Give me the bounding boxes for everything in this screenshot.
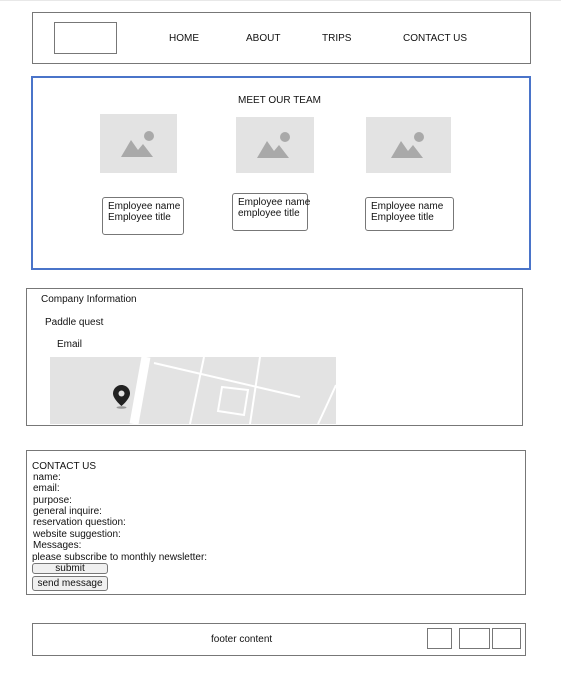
top-divider: [0, 0, 561, 1]
newsletter-checkbox-label[interactable]: please subscribe to monthly newsletter:: [32, 552, 207, 563]
website-suggestion-option[interactable]: website suggestion:: [33, 529, 121, 540]
employee-name: Employee name: [238, 197, 311, 208]
map-roads: [129, 357, 336, 424]
footer-text: footer content: [211, 634, 273, 645]
footer-icon-placeholder-2[interactable]: [459, 628, 490, 649]
image-placeholder-icon: [257, 132, 290, 158]
reservation-question-option[interactable]: reservation question:: [33, 517, 126, 528]
site-header: HOME ABOUT TRIPS CONTACT US: [32, 12, 531, 64]
site-footer: footer content: [32, 623, 526, 656]
nav-home-link[interactable]: HOME: [169, 33, 199, 44]
employee-name: Employee name: [371, 201, 444, 212]
submit-button[interactable]: submit: [32, 563, 108, 574]
image-placeholder-icon: [120, 130, 154, 157]
employee-title: Employee title: [108, 212, 171, 223]
employee-photo-1: [100, 114, 177, 173]
nav-contact-link[interactable]: CONTACT US: [403, 33, 467, 44]
employee-photo-3: [366, 117, 451, 173]
company-name: Paddle quest: [45, 317, 104, 328]
contact-heading: CONTACT US: [32, 461, 97, 472]
email-field-label[interactable]: email:: [33, 483, 60, 494]
employee-name: Employee name: [108, 201, 181, 212]
contact-section: CONTACT US name: email: purpose: general…: [26, 450, 526, 595]
image-placeholder-icon: [390, 132, 424, 158]
employee-card-2: Employee name employee title: [232, 193, 311, 231]
purpose-field-label[interactable]: purpose:: [33, 495, 72, 506]
map[interactable]: [50, 357, 336, 424]
logo-placeholder[interactable]: [54, 22, 117, 54]
company-info-section: Company Information Paddle quest Email: [26, 288, 523, 426]
general-inquire-option[interactable]: general inquire:: [33, 506, 102, 517]
nav-trips-link[interactable]: TRIPS: [322, 33, 351, 44]
send-message-button[interactable]: send message: [32, 576, 108, 591]
team-title: MEET OUR TEAM: [238, 95, 321, 106]
team-section: MEET OUR TEAM Employee name Employee tit…: [31, 76, 531, 270]
employee-title: Employee title: [371, 212, 434, 223]
employee-card-3: Employee name Employee title: [365, 197, 454, 231]
company-heading: Company Information: [41, 294, 137, 305]
employee-photo-2: [236, 117, 314, 173]
nav-about-link[interactable]: ABOUT: [246, 33, 280, 44]
footer-icon-placeholder-3[interactable]: [492, 628, 521, 649]
messages-field-label[interactable]: Messages:: [33, 540, 81, 551]
employee-title: employee title: [238, 208, 300, 219]
name-field-label[interactable]: name:: [33, 472, 61, 483]
employee-card-1: Employee name Employee title: [102, 197, 184, 235]
location-pin-icon[interactable]: [113, 385, 130, 409]
email-label[interactable]: Email: [57, 339, 82, 350]
footer-icon-placeholder-1[interactable]: [427, 628, 452, 649]
